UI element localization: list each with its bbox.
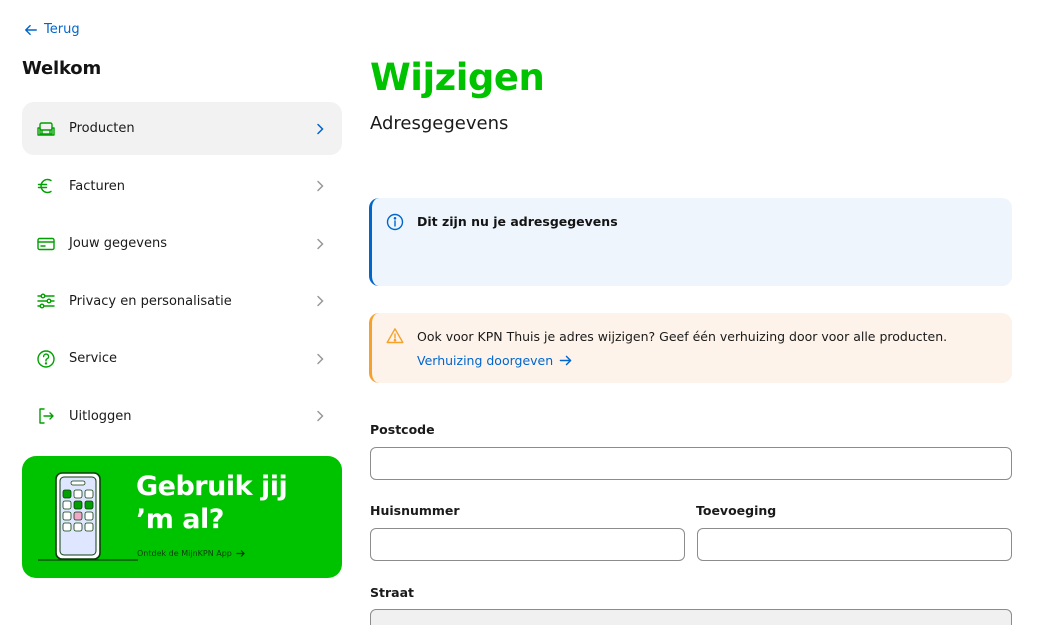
id-card-icon — [36, 234, 56, 254]
phone-app-illustration — [38, 472, 138, 561]
sliders-icon — [36, 291, 56, 311]
straat-label: Straat — [370, 585, 414, 600]
chevron-right-icon — [314, 353, 326, 365]
sidebar-item-jouw-gegevens[interactable]: Jouw gegevens — [22, 217, 342, 270]
sidebar-item-label: Service — [69, 351, 118, 367]
sidebar-item-label: Jouw gegevens — [69, 236, 167, 252]
sofa-icon — [36, 119, 56, 139]
sidebar-item-uitloggen[interactable]: Uitloggen — [22, 390, 342, 443]
sidebar-item-producten[interactable]: Producten — [22, 102, 342, 155]
promo-link[interactable]: Ontdek de MijnKPN App — [137, 549, 245, 558]
sidebar-nav: Producten Facturen Jouw gegevens Privacy… — [22, 102, 342, 448]
verhuizing-link-label: Verhuizing doorgeven — [417, 353, 554, 368]
sidebar-item-label: Privacy en personalisatie — [69, 293, 232, 309]
sidebar-item-label: Producten — [69, 121, 135, 136]
chevron-right-icon — [314, 123, 326, 135]
arrow-right-icon — [559, 355, 572, 366]
euro-icon — [36, 176, 56, 196]
info-alert-text: Dit zijn nu je adresgegevens — [417, 214, 618, 229]
warning-alert: Ook voor KPN Thuis je adres wijzigen? Ge… — [369, 313, 1012, 383]
sidebar-item-privacy[interactable]: Privacy en personalisatie — [22, 275, 342, 328]
chevron-right-icon — [314, 238, 326, 250]
straat-input[interactable] — [370, 609, 1012, 625]
postcode-input[interactable] — [370, 447, 1012, 480]
arrow-right-icon — [236, 550, 245, 557]
logout-icon — [36, 406, 56, 426]
chevron-right-icon — [314, 410, 326, 422]
toevoeging-label: Toevoeging — [696, 503, 777, 518]
question-icon — [36, 349, 56, 369]
arrow-left-icon — [25, 24, 37, 35]
chevron-right-icon — [314, 180, 326, 192]
promo-title-line-2: ’m al? — [136, 504, 224, 535]
huisnummer-input[interactable] — [370, 528, 685, 561]
chevron-right-icon — [314, 295, 326, 307]
toevoeging-input[interactable] — [697, 528, 1012, 561]
sidebar-item-label: Uitloggen — [69, 408, 132, 424]
promo-link-label: Ontdek de MijnKPN App — [137, 549, 232, 558]
warning-icon — [386, 328, 404, 344]
page-subtitle: Adresgegevens — [370, 113, 509, 134]
info-alert: Dit zijn nu je adresgegevens — [369, 198, 1012, 286]
promo-title: Gebruik jij ’m al? — [136, 470, 288, 536]
postcode-label: Postcode — [370, 422, 435, 437]
sidebar-item-service[interactable]: Service — [22, 332, 342, 385]
page-title: Wijzigen — [370, 56, 545, 99]
back-link[interactable]: Terug — [24, 22, 80, 37]
sidebar-item-label: Facturen — [69, 178, 126, 194]
verhuizing-link[interactable]: Verhuizing doorgeven — [417, 353, 572, 368]
warning-alert-text: Ook voor KPN Thuis je adres wijzigen? Ge… — [417, 329, 948, 344]
sidebar-title: Welkom — [22, 58, 102, 79]
sidebar-item-facturen[interactable]: Facturen — [22, 160, 342, 213]
promo-title-line-1: Gebruik jij — [136, 471, 288, 502]
back-link-label: Terug — [44, 22, 80, 37]
info-icon — [386, 213, 404, 231]
huisnummer-label: Huisnummer — [370, 503, 460, 518]
app-promo-card[interactable]: Gebruik jij ’m al? Ontdek de MijnKPN App — [22, 456, 342, 578]
